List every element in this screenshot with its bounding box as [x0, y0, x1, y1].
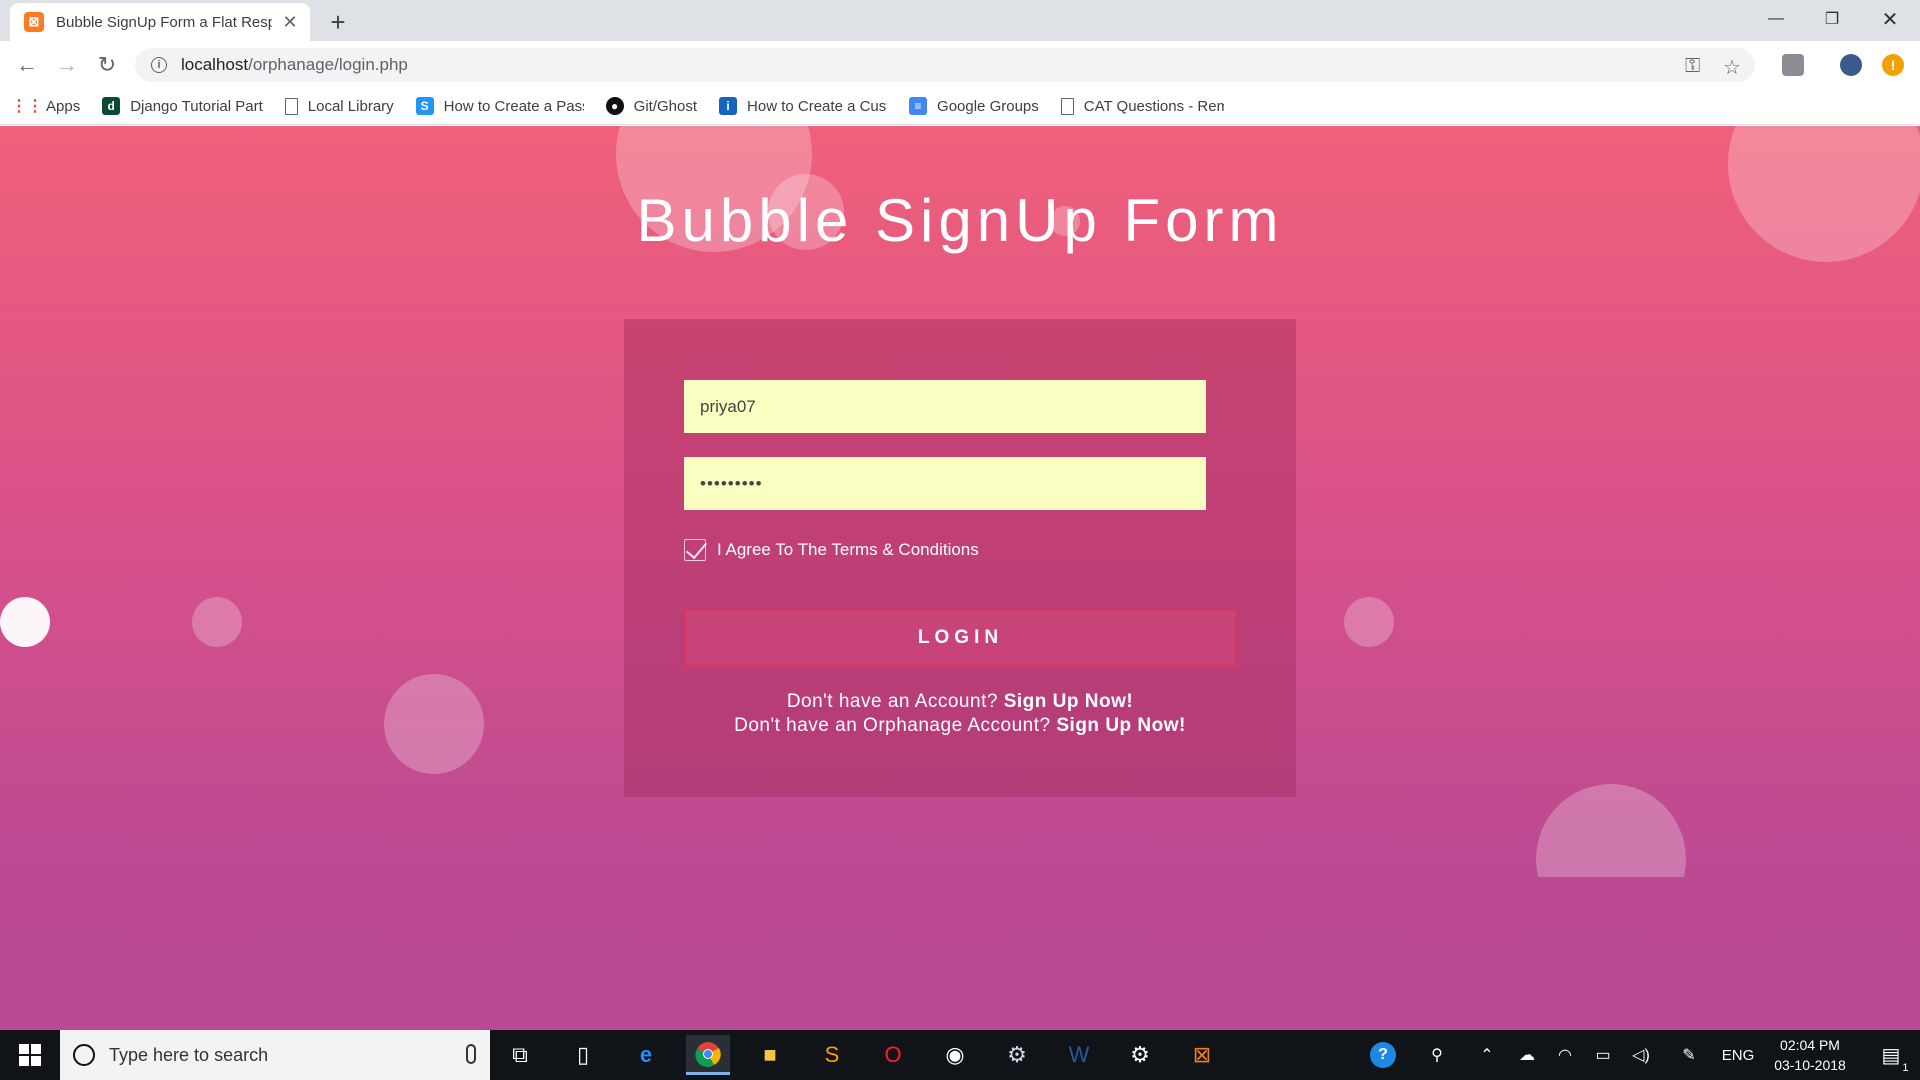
bubble-decoration	[1536, 784, 1686, 877]
agree-label: I Agree To The Terms & Conditions	[717, 540, 979, 559]
orphanage-signup-link[interactable]: Sign Up Now!	[1056, 715, 1185, 736]
page-icon	[1060, 97, 1074, 115]
page-background: Bubble SignUp Form priya07 ••••••••• I A…	[0, 126, 1920, 1030]
bubble-decoration	[384, 674, 484, 774]
pen-icon[interactable]: ✎	[1674, 1030, 1704, 1080]
chrome-icon[interactable]	[686, 1035, 730, 1075]
username-input[interactable]: priya07	[684, 380, 1206, 433]
star-icon[interactable]: ☆	[1723, 55, 1741, 80]
agree-checkbox[interactable]	[684, 539, 706, 561]
bookmark-local-library[interactable]: Local Library	[284, 97, 394, 115]
wifi-icon[interactable]: ◠	[1550, 1030, 1580, 1080]
opera-icon[interactable]: O	[873, 1035, 913, 1075]
file-explorer-icon[interactable]: ■	[750, 1035, 790, 1075]
word-icon[interactable]: W	[1059, 1035, 1099, 1075]
django-icon: d	[102, 97, 121, 115]
forward-arrow-icon[interactable]: →	[52, 50, 82, 80]
settings-gear-blue-icon[interactable]: ⚙	[997, 1035, 1037, 1075]
address-bar[interactable]: i localhost/orphanage/login.php ⚿ ☆	[135, 48, 1755, 82]
battery-icon[interactable]: ▭	[1588, 1030, 1618, 1080]
bubble-decoration	[1344, 597, 1394, 647]
bookmark-git-ghost[interactable]: ● Git/Ghost	[605, 97, 697, 115]
signup-link[interactable]: Sign Up Now!	[1004, 691, 1133, 712]
bookmark-apps[interactable]: ⋮⋮ Apps	[11, 97, 80, 116]
password-input[interactable]: •••••••••	[684, 457, 1206, 510]
edge-icon[interactable]: e	[626, 1035, 666, 1075]
close-icon[interactable]: ✕	[280, 12, 300, 33]
microphone-icon[interactable]	[466, 1044, 476, 1064]
agree-terms[interactable]: I Agree To The Terms & Conditions	[684, 539, 979, 561]
help-icon[interactable]: ?	[1368, 1030, 1398, 1080]
s-icon: S	[415, 97, 434, 115]
taskbar-search[interactable]: Type here to search	[60, 1030, 490, 1080]
bookmark-django[interactable]: d Django Tutorial Part	[102, 97, 263, 115]
system-clock[interactable]: 02:04 PM 03-10-2018	[1760, 1035, 1860, 1075]
github-icon: ●	[605, 97, 624, 115]
notepad-icon[interactable]: ▯	[563, 1035, 603, 1075]
minimize-button[interactable]: —	[1748, 0, 1804, 38]
notification-center-icon[interactable]: ▤ 1	[1866, 1030, 1916, 1080]
info-icon[interactable]: i	[151, 57, 167, 73]
cortana-icon	[73, 1044, 95, 1066]
close-window-button[interactable]: ✕	[1862, 0, 1918, 38]
key-icon[interactable]: ⚿	[1685, 55, 1700, 78]
language-indicator[interactable]: ENG	[1718, 1030, 1758, 1080]
onedrive-icon[interactable]: ☁	[1512, 1030, 1542, 1080]
volume-icon[interactable]: ◁)	[1626, 1030, 1656, 1080]
tab-title: Bubble SignUp Form a Flat Responsive	[56, 13, 273, 31]
bookmark-create-pass[interactable]: S How to Create a Pass	[415, 97, 584, 115]
windows-start-icon[interactable]	[0, 1030, 60, 1080]
update-alert-icon[interactable]: !	[1882, 54, 1904, 76]
browser-tab[interactable]: ⊠ Bubble SignUp Form a Flat Responsive ✕	[10, 3, 310, 41]
extension-icon[interactable]	[1782, 54, 1804, 76]
bookmark-google-groups[interactable]: ≡ Google Groups	[909, 97, 1039, 115]
bookmarks-bar: ⋮⋮ Apps d Django Tutorial Part Local Lib…	[0, 88, 1920, 125]
signup-prompt: Don't have an Account? Sign Up Now!	[786, 691, 1134, 712]
bubble-decoration	[192, 597, 242, 647]
settings-gear-icon[interactable]: ⚙	[1120, 1035, 1160, 1075]
url-text: localhost/orphanage/login.php	[181, 55, 408, 74]
login-button[interactable]: LOGIN	[684, 609, 1237, 667]
xampp-icon: ⊠	[24, 12, 44, 32]
back-arrow-icon[interactable]: ←	[12, 50, 42, 80]
info-icon: i	[719, 97, 738, 115]
new-tab-button[interactable]: +	[322, 6, 354, 38]
chevron-up-icon[interactable]: ⌃	[1472, 1030, 1502, 1080]
login-form: priya07 ••••••••• I Agree To The Terms &…	[624, 319, 1296, 797]
bubble-decoration	[0, 597, 50, 647]
apps-grid-icon: ⋮⋮	[11, 98, 43, 115]
restore-button[interactable]: ❐	[1804, 0, 1860, 38]
windows-taskbar: Type here to search ⧉ ▯ e ■ S O ◉ ⚙ W ⚙ …	[0, 1030, 1920, 1080]
tab-strip: ⊠ Bubble SignUp Form a Flat Responsive ✕…	[0, 0, 1920, 41]
task-view-icon[interactable]: ⧉	[500, 1035, 540, 1075]
bookmark-create-cust[interactable]: i How to Create a Cust	[719, 97, 887, 115]
bookmark-cat-questions[interactable]: CAT Questions - Rem	[1060, 97, 1224, 115]
sublime-text-icon[interactable]: S	[812, 1035, 852, 1075]
profile-avatar-icon[interactable]	[1840, 54, 1862, 76]
reload-icon[interactable]: ↻	[92, 50, 122, 80]
people-icon[interactable]: ⚲	[1422, 1030, 1452, 1080]
page-icon	[284, 97, 298, 115]
page-title: Bubble SignUp Form	[636, 187, 1284, 254]
orphanage-signup-prompt: Don't have an Orphanage Account? Sign Up…	[734, 715, 1186, 736]
browser-toolbar: ← → ↻ i localhost/orphanage/login.php ⚿ …	[0, 41, 1920, 88]
xampp-icon[interactable]: ⊠	[1182, 1035, 1222, 1075]
google-groups-icon: ≡	[909, 97, 928, 115]
media-app-icon[interactable]: ◉	[935, 1035, 975, 1075]
